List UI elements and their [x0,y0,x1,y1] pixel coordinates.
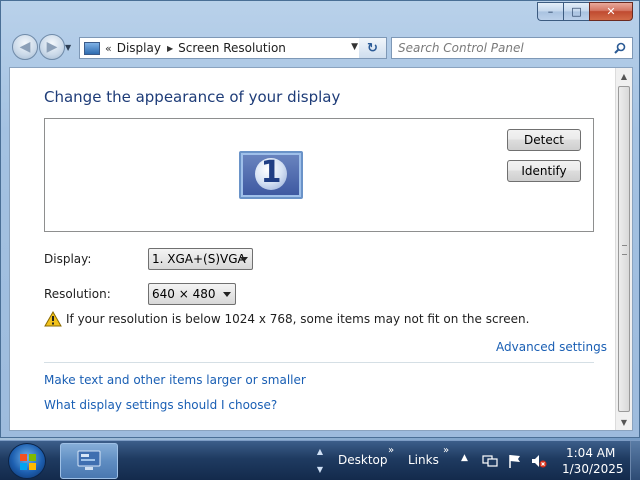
breadcrumb-display[interactable]: Display [117,41,161,55]
scroll-down-icon[interactable]: ▼ [616,414,632,430]
dropdown-arrow-icon [240,257,248,262]
detect-button[interactable]: Detect [507,129,581,151]
display-dropdown[interactable]: 1. XGA+(S)VGA [148,248,253,270]
breadcrumb-screen-resolution[interactable]: Screen Resolution [178,41,286,55]
monitor-preview-area: 1 Detect Identify [44,118,594,232]
taskbar-scroll[interactable]: ▲ ▼ [314,443,326,479]
resolution-dropdown[interactable]: 640 × 480 [148,283,236,305]
grip-icon [622,245,627,255]
divider [44,362,594,363]
back-button[interactable]: ◀ [12,34,38,60]
dropdown-arrow-icon [223,292,231,297]
control-panel-taskbar-button[interactable] [60,443,118,479]
links-toolbar[interactable]: Links [408,453,439,467]
monitor-number: 1 [260,155,282,190]
navigation-bar: ◀ ▶ ▼ « Display ▶ Screen Resolution ▼ ↻ [7,31,633,65]
breadcrumb-overflow[interactable]: « [105,42,112,55]
links-toolbar-chevron[interactable]: » [443,445,449,456]
refresh-button[interactable]: ↻ [359,37,387,59]
clock-date[interactable]: 1/30/2025 [562,462,624,476]
network-icon[interactable] [482,453,498,469]
control-panel-task-icon [77,450,101,470]
display-settings-help-link[interactable]: What display settings should I choose? [44,398,277,412]
windows-start-icon [20,454,36,470]
maximize-button[interactable]: □ [563,2,589,21]
close-button[interactable]: ✕ [589,2,633,21]
clock-time[interactable]: 1:04 AM [566,446,615,460]
show-hidden-icons-button[interactable]: ▲ [461,453,468,463]
warning-text: If your resolution is below 1024 x 768, … [66,312,530,326]
scroll-thumb[interactable] [618,86,630,412]
display-label: Display: [44,252,92,266]
scroll-up-icon[interactable]: ▲ [616,68,632,84]
control-panel-icon [84,41,100,55]
search-icon[interactable] [614,42,626,54]
volume-muted-icon[interactable] [531,453,547,469]
taskbar: ▲ ▼ Desktop » Links » ▲ 1:04 AM 1/30/2025 [0,440,640,480]
control-panel-window: – □ ✕ ◀ ▶ ▼ « Display ▶ Screen Resolutio… [0,0,640,438]
advanced-settings-link[interactable]: Advanced settings [496,340,607,354]
recent-pages-dropdown[interactable]: ▼ [65,43,71,52]
breadcrumb-arrow-icon[interactable]: ▶ [167,44,173,53]
start-button[interactable] [8,443,46,479]
search-box[interactable] [391,37,633,59]
resolution-dropdown-value: 640 × 480 [152,287,216,301]
address-bar[interactable]: « Display ▶ Screen Resolution ▼ [79,37,363,59]
desktop-toolbar-chevron[interactable]: » [388,445,394,456]
forward-button[interactable]: ▶ [39,34,65,60]
identify-button[interactable]: Identify [507,160,581,182]
caption-buttons: – □ ✕ [537,2,633,22]
show-desktop-button[interactable] [630,441,640,480]
resolution-warning: If your resolution is below 1024 x 768, … [44,311,529,327]
content-pane: Change the appearance of your display 1 … [9,67,633,431]
search-input[interactable] [398,41,603,55]
resolution-label: Resolution: [44,287,111,301]
address-dropdown-icon[interactable]: ▼ [351,42,358,52]
minimize-button[interactable]: – [537,2,563,21]
text-size-link[interactable]: Make text and other items larger or smal… [44,373,306,387]
page-title: Change the appearance of your display [44,88,341,106]
desktop-toolbar[interactable]: Desktop [338,453,388,467]
display-dropdown-value: 1. XGA+(S)VGA [152,252,246,266]
monitor-1-icon[interactable]: 1 [239,151,303,199]
warning-icon [44,311,62,327]
action-center-flag-icon[interactable] [507,453,523,469]
vertical-scrollbar[interactable]: ▲ ▼ [615,68,632,430]
